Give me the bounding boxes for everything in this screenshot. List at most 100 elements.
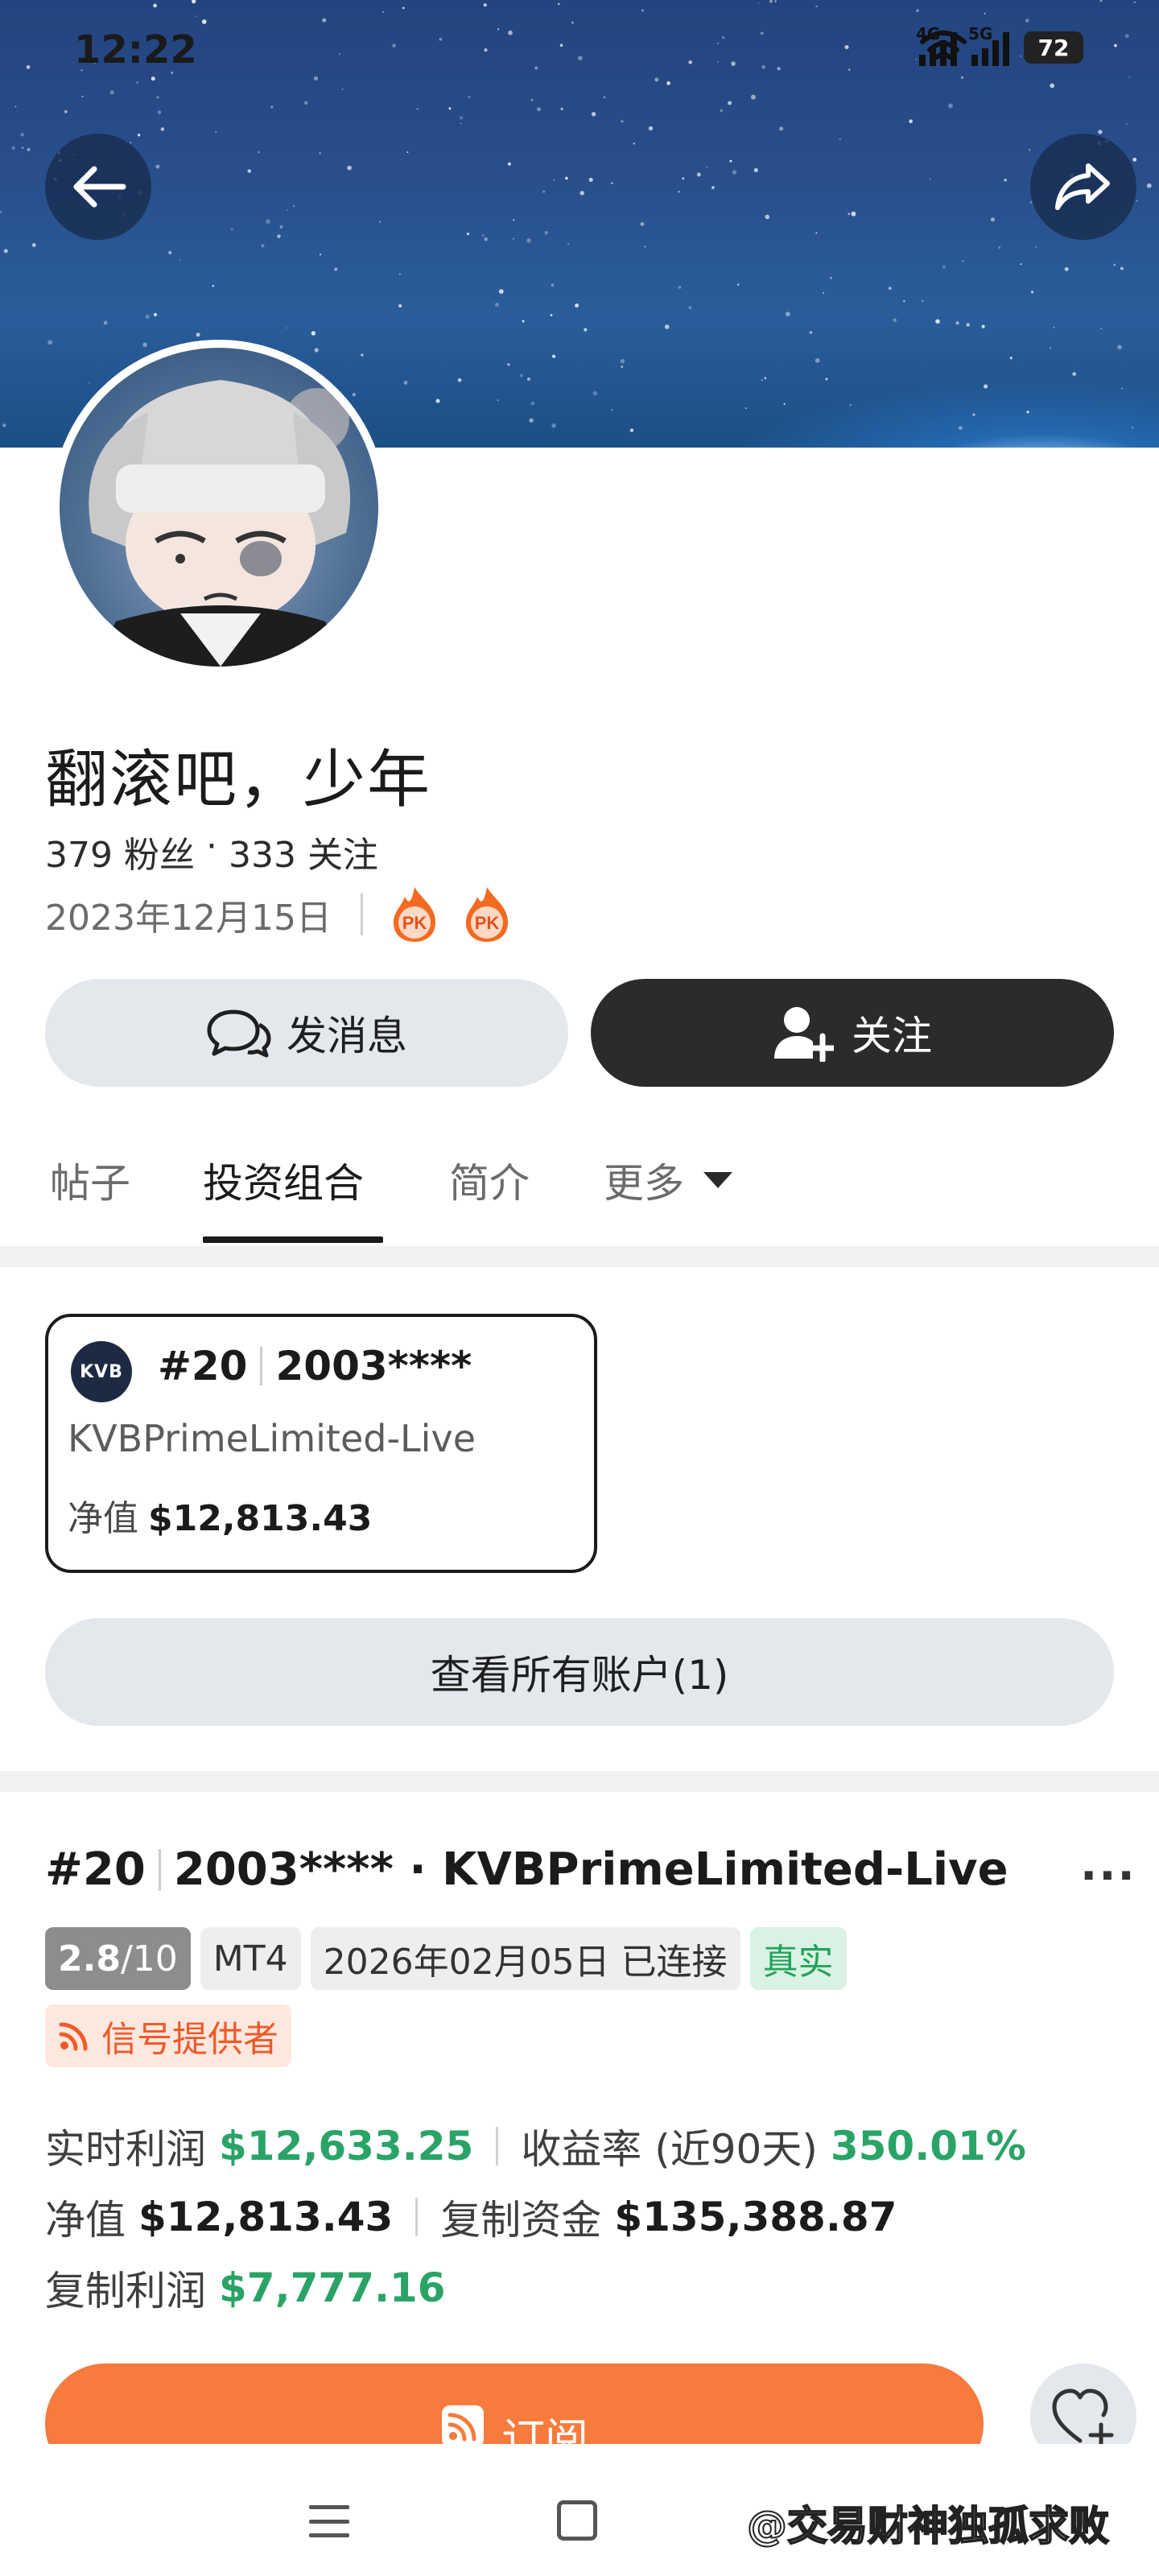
star: [1126, 123, 1128, 126]
star: [922, 299, 924, 302]
account-card-header: #20 2003****: [158, 1343, 472, 1389]
rss-feed-icon: [442, 2405, 484, 2447]
score-badge: 2.8/10: [45, 1927, 191, 1990]
detail-rank: #20: [45, 1843, 146, 1896]
active-tab-indicator: [203, 1236, 383, 1243]
signal-provider-label: 信号提供者: [101, 2019, 278, 2060]
battery-indicator: 72: [1024, 31, 1083, 64]
star: [1117, 345, 1122, 350]
star: [22, 147, 24, 149]
star: [611, 182, 613, 184]
star: [955, 321, 959, 325]
star: [948, 103, 953, 109]
star: [448, 107, 452, 110]
star: [580, 191, 584, 196]
star: [888, 287, 892, 291]
star: [155, 164, 160, 169]
star: [706, 166, 708, 168]
section-divider: [0, 1771, 1159, 1792]
pk-badge-icon[interactable]: PK: [463, 886, 511, 943]
star: [633, 142, 635, 145]
star: [403, 381, 408, 385]
star: [319, 151, 322, 155]
star: [507, 363, 510, 366]
account-tags: 2.8/10 MT4 2026年02月05日 已连接 真实: [45, 1927, 847, 1990]
avatar[interactable]: [52, 340, 386, 675]
star: [779, 126, 784, 131]
tab-portfolio[interactable]: 投资组合: [203, 1151, 364, 1209]
tab-posts[interactable]: 帖子: [50, 1151, 130, 1209]
pk-badge-text: PK: [402, 913, 427, 933]
star: [212, 284, 215, 287]
star: [215, 131, 217, 134]
view-all-accounts-button[interactable]: 查看所有账户(1): [45, 1618, 1114, 1726]
star: [998, 246, 1001, 249]
metrics-row-2: 净值 $12,813.43 复制资金 $135,388.87: [45, 2188, 897, 2246]
following-count[interactable]: 333 关注: [229, 826, 378, 877]
star: [484, 237, 488, 242]
star: [279, 225, 283, 229]
star: [145, 314, 150, 320]
star: [815, 357, 820, 363]
recent-apps-button[interactable]: [309, 2505, 349, 2537]
account-equity-label: 净值: [68, 1498, 138, 1539]
star: [1113, 263, 1116, 266]
real-account-tag: 真实: [749, 1927, 847, 1990]
star: [966, 323, 970, 327]
star: [851, 211, 856, 217]
star: [765, 214, 770, 220]
send-message-button[interactable]: 发消息: [45, 979, 568, 1087]
follow-button[interactable]: 关注: [591, 979, 1114, 1087]
star: [678, 286, 682, 289]
star: [497, 399, 499, 402]
connected-date-tag: 2026年02月05日 已连接: [310, 1927, 740, 1990]
stats-separator: ·: [205, 826, 217, 867]
star: [603, 96, 605, 98]
star: [732, 170, 737, 175]
profile-meta-row: 2023年12月15日 PK PK: [45, 882, 535, 947]
followers-count[interactable]: 379 粉丝: [45, 826, 195, 877]
star: [64, 109, 68, 114]
star: [542, 190, 546, 193]
profile-name: 翻滚吧，少年: [45, 744, 432, 816]
star: [909, 119, 913, 123]
metrics-row-1: 实时利润 $12,633.25 收益率 (近90天) 350.01%: [45, 2117, 1026, 2175]
star: [142, 342, 147, 348]
account-broker: KVBPrimeLimited-Live: [68, 1417, 476, 1460]
join-date: 2023年12月15日: [45, 898, 332, 939]
account-card[interactable]: KVB #20 2003**** KVBPrimeLimited-Live 净值…: [45, 1314, 597, 1573]
copy-profit-value: $7,777.16: [219, 2264, 446, 2311]
star: [1028, 148, 1031, 151]
star: [270, 105, 274, 109]
star: [565, 176, 568, 180]
tab-intro[interactable]: 简介: [449, 1151, 530, 1209]
star: [544, 230, 549, 235]
star: [3, 249, 8, 254]
star: [311, 331, 316, 336]
star: [522, 320, 525, 323]
star: [1064, 266, 1069, 271]
star: [942, 265, 946, 269]
star: [103, 320, 108, 325]
share-button[interactable]: [1030, 134, 1136, 240]
more-options-button[interactable]: ···: [1080, 1850, 1136, 1902]
star: [1026, 411, 1029, 414]
star: [1136, 200, 1138, 202]
equity-value: $12,813.43: [138, 2194, 394, 2240]
tab-more[interactable]: 更多: [604, 1151, 732, 1209]
star: [935, 319, 940, 324]
star: [495, 303, 499, 307]
back-button[interactable]: [45, 134, 151, 240]
star: [526, 238, 531, 243]
star: [575, 303, 580, 308]
star: [972, 413, 975, 416]
star: [984, 384, 988, 389]
star: [507, 162, 511, 166]
home-button[interactable]: [557, 2500, 597, 2541]
star: [334, 267, 338, 271]
star: [460, 116, 464, 120]
heart-plus-icon: [1052, 2388, 1114, 2446]
pk-badge-icon[interactable]: PK: [390, 886, 439, 943]
star: [761, 378, 764, 382]
star: [753, 167, 758, 172]
